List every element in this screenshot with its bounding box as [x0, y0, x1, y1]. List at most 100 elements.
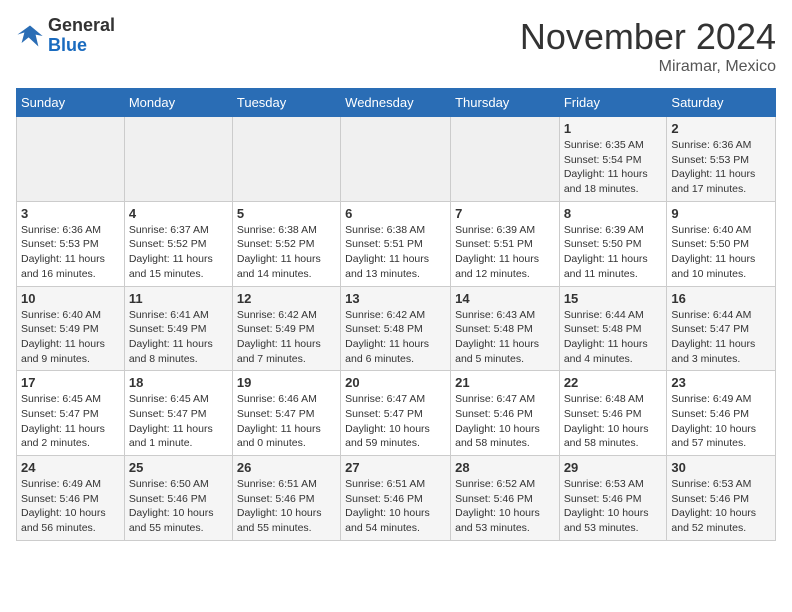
table-row: 11Sunrise: 6:41 AM Sunset: 5:49 PM Dayli…	[124, 286, 232, 371]
header-friday: Friday	[559, 89, 667, 117]
table-row: 17 Sunrise: 6:45 AM Sunset: 5:47 PM Dayli…	[17, 371, 125, 456]
day-number: 30	[671, 460, 771, 475]
day-number: 3	[21, 206, 120, 221]
header-tuesday: Tuesday	[232, 89, 340, 117]
table-row: 12 Sunrise: 6:42 AM Sunset: 5:49 PM Dayli…	[232, 286, 340, 371]
table-row: 6 Sunrise: 6:38 AM Sunset: 5:51 PM Daylig…	[341, 201, 451, 286]
day-info: Sunrise: 6:40 AM Sunset: 5:50 PM Dayligh…	[671, 223, 771, 282]
day-info: Sunrise: 6:40 AM Sunset: 5:49 PM Dayligh…	[21, 308, 120, 367]
day-number: 16	[671, 291, 771, 306]
table-row	[451, 117, 560, 202]
calendar-week-row: 1 Sunrise: 6:35 AM Sunset: 5:54 PM Daylig…	[17, 117, 776, 202]
day-info: Sunrise: 6:47 AM Sunset: 5:46 PM Dayligh…	[455, 392, 555, 451]
logo-bird-icon	[16, 22, 44, 50]
logo-text: General Blue	[48, 16, 115, 56]
day-info: Sunrise: 6:39 AM Sunset: 5:50 PM Dayligh…	[564, 223, 663, 282]
day-number: 4	[129, 206, 228, 221]
month-title: November 2024	[520, 16, 776, 58]
day-info: Sunrise: 6:49 AM Sunset: 5:46 PM Dayligh…	[21, 477, 120, 536]
table-row: 19 Sunrise: 6:46 AM Sunset: 5:47 PM Dayli…	[232, 371, 340, 456]
day-info: Sunrise: 6:51 AM Sunset: 5:46 PM Dayligh…	[345, 477, 446, 536]
day-info: Sunrise: 6:46 AM Sunset: 5:47 PM Dayligh…	[237, 392, 336, 451]
table-row: 5 Sunrise: 6:38 AM Sunset: 5:52 PM Daylig…	[232, 201, 340, 286]
day-info: Sunrise: 6:53 AM Sunset: 5:46 PM Dayligh…	[671, 477, 771, 536]
day-number: 7	[455, 206, 555, 221]
day-info: Sunrise: 6:38 AM Sunset: 5:52 PM Dayligh…	[237, 223, 336, 282]
header-thursday: Thursday	[451, 89, 560, 117]
day-number: 6	[345, 206, 446, 221]
day-info: Sunrise: 6:35 AM Sunset: 5:54 PM Dayligh…	[564, 138, 663, 197]
day-info: Sunrise: 6:53 AM Sunset: 5:46 PM Dayligh…	[564, 477, 663, 536]
table-row	[341, 117, 451, 202]
table-row: 10 Sunrise: 6:40 AM Sunset: 5:49 PM Dayli…	[17, 286, 125, 371]
day-info: Sunrise: 6:38 AM Sunset: 5:51 PM Dayligh…	[345, 223, 446, 282]
calendar-header-row: Sunday Monday Tuesday Wednesday Thursday…	[17, 89, 776, 117]
calendar-week-row: 17 Sunrise: 6:45 AM Sunset: 5:47 PM Dayli…	[17, 371, 776, 456]
day-number: 28	[455, 460, 555, 475]
table-row	[17, 117, 125, 202]
day-number: 10	[21, 291, 120, 306]
day-number: 20	[345, 375, 446, 390]
day-number: 24	[21, 460, 120, 475]
day-info: Sunrise: 6:45 AM Sunset: 5:47 PM Dayligh…	[21, 392, 120, 451]
day-number: 5	[237, 206, 336, 221]
header-saturday: Saturday	[667, 89, 776, 117]
table-row: 8 Sunrise: 6:39 AM Sunset: 5:50 PM Daylig…	[559, 201, 667, 286]
title-block: November 2024 Miramar, Mexico	[520, 16, 776, 76]
day-info: Sunrise: 6:42 AM Sunset: 5:49 PM Dayligh…	[237, 308, 336, 367]
table-row: 16Sunrise: 6:44 AM Sunset: 5:47 PM Dayli…	[667, 286, 776, 371]
day-info: Sunrise: 6:47 AM Sunset: 5:47 PM Dayligh…	[345, 392, 446, 451]
day-number: 13	[345, 291, 446, 306]
day-number: 22	[564, 375, 663, 390]
day-info: Sunrise: 6:45 AM Sunset: 5:47 PM Dayligh…	[129, 392, 228, 451]
day-info: Sunrise: 6:37 AM Sunset: 5:52 PM Dayligh…	[129, 223, 228, 282]
logo: General Blue	[16, 16, 115, 56]
day-number: 14	[455, 291, 555, 306]
table-row: 9 Sunrise: 6:40 AM Sunset: 5:50 PM Daylig…	[667, 201, 776, 286]
calendar-week-row: 3Sunrise: 6:36 AM Sunset: 5:53 PM Daylig…	[17, 201, 776, 286]
day-info: Sunrise: 6:39 AM Sunset: 5:51 PM Dayligh…	[455, 223, 555, 282]
table-row: 7 Sunrise: 6:39 AM Sunset: 5:51 PM Daylig…	[451, 201, 560, 286]
header-monday: Monday	[124, 89, 232, 117]
day-info: Sunrise: 6:36 AM Sunset: 5:53 PM Dayligh…	[671, 138, 771, 197]
table-row: 15Sunrise: 6:44 AM Sunset: 5:48 PM Dayli…	[559, 286, 667, 371]
day-number: 17	[21, 375, 120, 390]
calendar-week-row: 10 Sunrise: 6:40 AM Sunset: 5:49 PM Dayli…	[17, 286, 776, 371]
day-number: 8	[564, 206, 663, 221]
table-row: 25Sunrise: 6:50 AM Sunset: 5:46 PM Dayli…	[124, 456, 232, 541]
table-row	[232, 117, 340, 202]
location: Miramar, Mexico	[520, 58, 776, 76]
table-row: 30 Sunrise: 6:53 AM Sunset: 5:46 PM Dayli…	[667, 456, 776, 541]
day-number: 9	[671, 206, 771, 221]
table-row	[124, 117, 232, 202]
header-sunday: Sunday	[17, 89, 125, 117]
day-number: 23	[671, 375, 771, 390]
day-number: 19	[237, 375, 336, 390]
day-number: 15	[564, 291, 663, 306]
day-info: Sunrise: 6:49 AM Sunset: 5:46 PM Dayligh…	[671, 392, 771, 451]
table-row: 21Sunrise: 6:47 AM Sunset: 5:46 PM Dayli…	[451, 371, 560, 456]
table-row: 20 Sunrise: 6:47 AM Sunset: 5:47 PM Dayli…	[341, 371, 451, 456]
table-row: 26Sunrise: 6:51 AM Sunset: 5:46 PM Dayli…	[232, 456, 340, 541]
table-row: 4 Sunrise: 6:37 AM Sunset: 5:52 PM Daylig…	[124, 201, 232, 286]
table-row: 24 Sunrise: 6:49 AM Sunset: 5:46 PM Dayli…	[17, 456, 125, 541]
page-header: General Blue November 2024 Miramar, Mexi…	[16, 16, 776, 76]
table-row: 28 Sunrise: 6:52 AM Sunset: 5:46 PM Dayli…	[451, 456, 560, 541]
day-number: 1	[564, 121, 663, 136]
day-info: Sunrise: 6:48 AM Sunset: 5:46 PM Dayligh…	[564, 392, 663, 451]
calendar-table: Sunday Monday Tuesday Wednesday Thursday…	[16, 88, 776, 541]
day-number: 27	[345, 460, 446, 475]
day-info: Sunrise: 6:52 AM Sunset: 5:46 PM Dayligh…	[455, 477, 555, 536]
table-row: 3Sunrise: 6:36 AM Sunset: 5:53 PM Daylig…	[17, 201, 125, 286]
table-row: 18Sunrise: 6:45 AM Sunset: 5:47 PM Dayli…	[124, 371, 232, 456]
day-info: Sunrise: 6:50 AM Sunset: 5:46 PM Dayligh…	[129, 477, 228, 536]
day-info: Sunrise: 6:41 AM Sunset: 5:49 PM Dayligh…	[129, 308, 228, 367]
day-number: 12	[237, 291, 336, 306]
table-row: 22 Sunrise: 6:48 AM Sunset: 5:46 PM Dayli…	[559, 371, 667, 456]
day-info: Sunrise: 6:42 AM Sunset: 5:48 PM Dayligh…	[345, 308, 446, 367]
header-wednesday: Wednesday	[341, 89, 451, 117]
day-info: Sunrise: 6:51 AM Sunset: 5:46 PM Dayligh…	[237, 477, 336, 536]
table-row: 13 Sunrise: 6:42 AM Sunset: 5:48 PM Dayli…	[341, 286, 451, 371]
day-number: 29	[564, 460, 663, 475]
day-number: 2	[671, 121, 771, 136]
